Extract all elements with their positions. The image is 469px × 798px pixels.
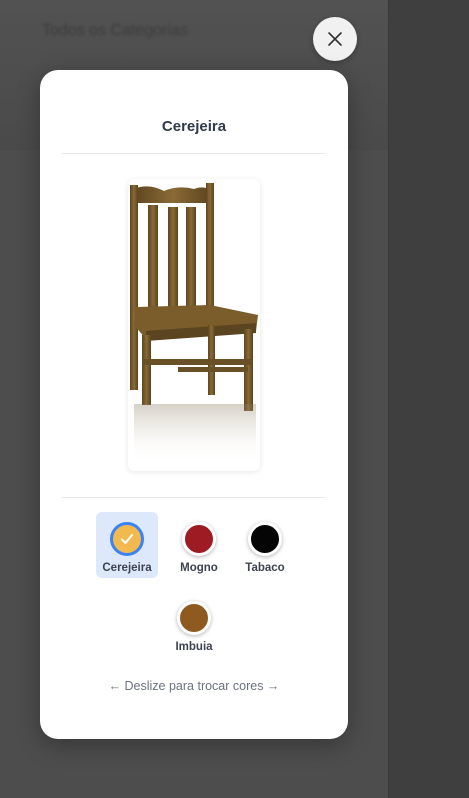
color-option-cerejeira[interactable]: Cerejeira — [96, 512, 158, 578]
swipe-hint: ← Deslize para trocar cores → — [108, 679, 280, 693]
color-swatch-imbuia — [177, 601, 211, 635]
color-picker-modal: Cerejeira Cerejeira Mogno Tabaco Imbuia … — [40, 70, 348, 739]
color-label: Tabaco — [245, 562, 285, 574]
background-title: Todos os Categorias — [42, 22, 188, 39]
check-icon — [121, 534, 133, 544]
close-button[interactable] — [313, 17, 357, 61]
color-label: Imbuia — [175, 641, 213, 653]
color-swatch-tabaco — [248, 522, 282, 556]
background-sidebar — [389, 0, 469, 798]
color-label: Cerejeira — [102, 562, 152, 574]
color-option-imbuia[interactable]: Imbuia — [163, 591, 225, 657]
chair-illustration — [130, 183, 258, 464]
divider-top — [62, 153, 326, 154]
color-option-tabaco[interactable]: Tabaco — [234, 512, 296, 578]
close-icon — [328, 32, 342, 46]
color-label: Mogno — [180, 562, 218, 574]
product-image — [128, 179, 260, 471]
divider-bottom — [62, 497, 326, 498]
modal-title: Cerejeira — [161, 118, 227, 135]
color-option-mogno[interactable]: Mogno — [168, 512, 230, 578]
color-swatch-mogno — [182, 522, 216, 556]
color-swatch-cerejeira — [110, 522, 144, 556]
